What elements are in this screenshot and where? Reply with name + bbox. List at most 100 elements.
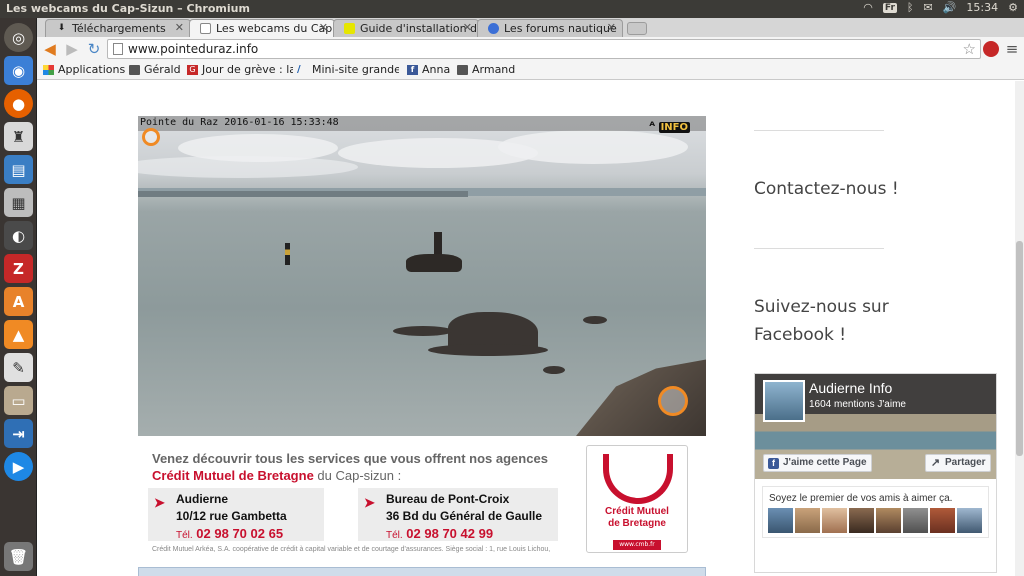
tab-webcams[interactable]: Les webcams du Cap ✕ — [189, 19, 335, 37]
friend-avatar[interactable] — [930, 508, 955, 533]
scrollbar-thumb[interactable] — [1016, 241, 1023, 456]
credit-mutuel-ad[interactable]: Venez découvrir tous les services que vo… — [138, 443, 706, 557]
buoy — [285, 243, 290, 265]
friend-avatar[interactable] — [822, 508, 847, 533]
tab-installation-guide[interactable]: Guide d'installation d ✕ — [333, 19, 479, 37]
bluetooth-icon[interactable]: ᛒ — [907, 1, 914, 14]
tab-close-icon[interactable]: ✕ — [607, 21, 616, 34]
vlc-icon[interactable]: ▲ — [4, 320, 33, 349]
back-arrow-icon[interactable]: ◀ — [41, 40, 59, 58]
reload-icon[interactable]: ↻ — [85, 40, 103, 58]
friend-avatar[interactable] — [876, 508, 901, 533]
bookmarks-bar: Applications Gérald G Jour de grève : la… — [37, 61, 1024, 80]
friend-avatar[interactable] — [768, 508, 793, 533]
ubuntu-top-panel: Les webcams du Cap-Sizun – Chromium ◠ Fr… — [0, 0, 1024, 18]
webcam-app-icon[interactable]: ◐ — [4, 221, 33, 250]
writer-icon[interactable]: ▤ — [4, 155, 33, 184]
agency-address: 10/12 rue Gambetta — [176, 509, 287, 523]
system-monitor-icon[interactable]: ♜ — [4, 122, 33, 151]
calculator-icon[interactable]: ▦ — [4, 188, 33, 217]
ad-subheadline: Crédit Mutuel de Bretagne du Cap-sizun : — [152, 468, 402, 483]
friend-avatar[interactable] — [849, 508, 874, 533]
firefox-icon[interactable]: ● — [4, 89, 33, 118]
tab-close-icon[interactable]: ✕ — [319, 21, 328, 34]
agency-name: Bureau de Pont-Croix — [386, 492, 510, 506]
bookmark-jour-de-greve[interactable]: G Jour de grève : la — [187, 63, 293, 76]
wifi-icon[interactable]: ◠ — [863, 1, 873, 14]
bookmark-label: Mini-site grande c — [312, 63, 399, 76]
page-icon — [113, 43, 123, 55]
yellow-square-icon — [344, 23, 355, 34]
facebook-like-button[interactable]: f J'aime cette Page — [763, 454, 872, 472]
tab-label: Les forums nautique — [504, 22, 617, 35]
bookmark-gerald[interactable]: Gérald — [129, 63, 181, 76]
power-gear-icon[interactable]: ⚙ — [1008, 1, 1018, 14]
ubuntu-launcher: ◎ ◉ ● ♜ ▤ ▦ ◐ Z A ▲ ✎ ▭ ⇥ ▶ 🗑 — [0, 18, 37, 576]
tab-close-icon[interactable]: ✕ — [175, 21, 184, 34]
facebook-friends-text: Soyez le premier de vos amis à aimer ça. — [769, 493, 953, 504]
g-icon: G — [187, 65, 198, 75]
bookmark-label: Anna — [422, 63, 451, 76]
agency-address: 36 Bd du Général de Gaulle — [386, 509, 543, 523]
agency-phone: Tél. 02 98 70 02 65 — [176, 526, 284, 541]
forward-arrow-icon[interactable]: ▶ — [63, 40, 81, 58]
tab-label: Les webcams du Cap — [216, 22, 333, 35]
mail-icon[interactable]: ✉ — [924, 1, 933, 14]
keyboard-layout-indicator[interactable]: Fr — [882, 2, 897, 13]
bookmark-star-icon[interactable]: ☆ — [963, 40, 976, 58]
page-viewport: Pointe du Raz 2016-01-16 15:33:48 ᴬ INFO… — [37, 81, 1015, 576]
friend-avatar[interactable] — [903, 508, 928, 533]
facebook-share-button[interactable]: ↗ Partager — [925, 454, 991, 472]
extension-icon[interactable] — [983, 41, 999, 57]
bookmark-label: Jour de grève : la — [202, 63, 293, 76]
inkscape-icon[interactable]: ✎ — [4, 353, 33, 382]
ad-legal-text: Crédit Mutuel Arkéa, S.A. coopérative de… — [152, 546, 551, 553]
file-manager-icon[interactable]: ▭ — [4, 386, 33, 415]
tab-nautical-forums[interactable]: Les forums nautique ✕ — [477, 19, 623, 37]
webcam-timestamp: Pointe du Raz 2016-01-16 15:33:48 — [140, 117, 339, 128]
menu-icon[interactable]: ≡ — [1003, 40, 1021, 58]
tab-close-icon[interactable]: ✕ — [463, 21, 472, 34]
bookmark-label: Applications — [58, 63, 126, 76]
ad-headline: Venez découvrir tous les services que vo… — [152, 451, 548, 466]
chromium-icon[interactable]: ◉ — [4, 56, 33, 85]
webcam-image[interactable]: Pointe du Raz 2016-01-16 15:33:48 ᴬ INFO — [138, 116, 706, 436]
address-bar[interactable]: www.pointeduraz.info ☆ — [107, 39, 981, 59]
webcam-badge-icon — [142, 128, 160, 146]
bookmark-applications[interactable]: Applications — [43, 63, 125, 76]
url-text: www.pointeduraz.info — [128, 42, 259, 56]
new-tab-button[interactable] — [627, 22, 647, 35]
facebook-page-avatar[interactable] — [763, 380, 805, 422]
bookmark-armand[interactable]: Armand — [457, 63, 515, 76]
distant-coast — [138, 191, 468, 197]
virtualbox-icon[interactable]: ⇥ — [4, 419, 33, 448]
media-player-icon[interactable]: ▶ — [4, 452, 33, 481]
sidebar-divider — [754, 130, 884, 131]
page-scrollbar[interactable] — [1015, 81, 1024, 576]
page-icon — [200, 23, 211, 34]
contact-link[interactable]: Contactez-nous ! — [754, 175, 899, 203]
software-center-icon[interactable]: A — [4, 287, 33, 316]
v-icon: / — [297, 64, 301, 75]
sidebar-divider — [754, 248, 884, 249]
folder-icon — [457, 65, 468, 75]
browser-toolbar: ◀ ▶ ↻ www.pointeduraz.info ☆ ≡ — [37, 37, 1024, 61]
globe-icon — [488, 23, 499, 34]
tab-downloads[interactable]: ⬇ Téléchargements ✕ — [45, 19, 191, 37]
friend-avatar[interactable] — [957, 508, 982, 533]
bookmark-anna[interactable]: f Anna — [407, 63, 450, 76]
volume-icon[interactable]: 🔊 — [943, 1, 957, 14]
facebook-page-name[interactable]: Audierne Info — [809, 380, 892, 396]
arrow-icon: ➤ — [154, 495, 165, 510]
credit-mutuel-logo: Crédit Mutuel de Bretagne www.cmb.fr — [586, 445, 688, 553]
clock[interactable]: 15:34 — [966, 1, 998, 14]
download-icon: ⬇ — [57, 23, 66, 33]
tab-label: Téléchargements — [72, 22, 166, 35]
apps-grid-icon — [43, 65, 54, 75]
ubuntu-dash-icon[interactable]: ◎ — [4, 23, 33, 52]
agency-card-pont-croix: ➤ Bureau de Pont-Croix 36 Bd du Général … — [358, 488, 558, 541]
filezilla-icon[interactable]: Z — [4, 254, 33, 283]
trash-icon[interactable]: 🗑 — [4, 542, 33, 571]
bookmark-mini-site[interactable]: / Mini-site grande c — [297, 63, 399, 76]
friend-avatar[interactable] — [795, 508, 820, 533]
